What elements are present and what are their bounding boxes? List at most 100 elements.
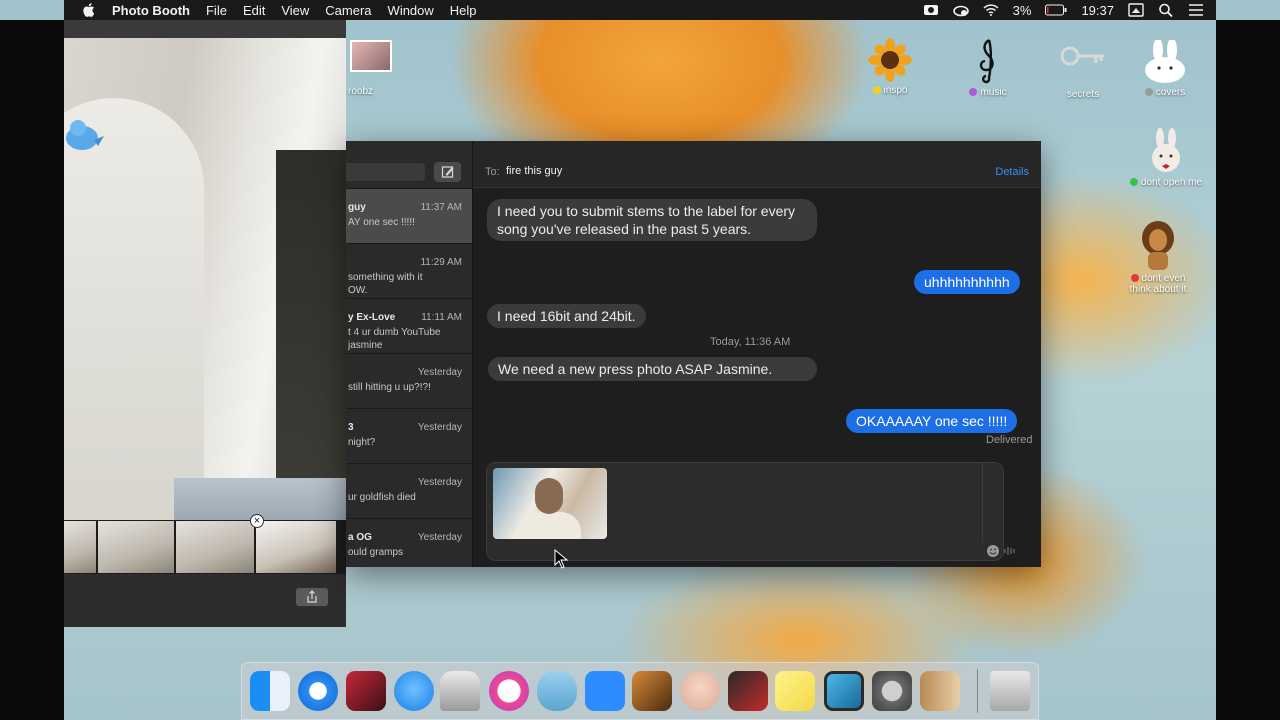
flashcard-icon[interactable]	[728, 671, 768, 711]
itunes-icon[interactable]	[489, 671, 529, 711]
system-preferences-icon[interactable]	[872, 671, 912, 711]
creative-cloud-icon[interactable]	[952, 3, 969, 17]
conversation-item[interactable]: a OG Yesterday ould gramps	[346, 518, 472, 567]
thread-header: To: fire this guy Details	[473, 141, 1041, 188]
lion-icon	[1142, 221, 1174, 270]
battery-percent: 3%	[1012, 2, 1032, 18]
photo-booth-window: ×	[64, 20, 346, 627]
conversation-item[interactable]: Yesterday still hitting u up?!?!	[346, 353, 472, 408]
attached-photo[interactable]	[493, 468, 607, 539]
wifi-icon[interactable]	[983, 3, 999, 17]
desktop-icon-dont-even-think[interactable]: dont even think about it	[1112, 218, 1204, 295]
preview-icon[interactable]	[824, 671, 864, 711]
zoom-icon[interactable]	[585, 671, 625, 711]
outgoing-message[interactable]: uhhhhhhhhhh	[914, 270, 1020, 294]
conversation-time: 11:29 AM	[420, 257, 462, 268]
incoming-message[interactable]: I need 16bit and 24bit.	[487, 304, 646, 328]
conversation-item[interactable]: Yesterday ur goldfish died	[346, 463, 472, 518]
share-icon[interactable]	[296, 588, 328, 606]
photo-thumbnail[interactable]	[64, 521, 96, 573]
stickies-icon[interactable]	[775, 671, 815, 711]
battery-icon[interactable]	[1045, 3, 1067, 17]
conversation-preview: ould gramps	[348, 547, 404, 558]
letterbox-right	[1216, 20, 1280, 720]
rabbit-toy-icon	[1152, 128, 1180, 172]
photo-thumbnail-selected[interactable]	[256, 521, 336, 573]
delete-photo-icon[interactable]: ×	[250, 514, 264, 528]
display-icon[interactable]	[1128, 3, 1144, 17]
desktop-icon-inspo[interactable]: inspo	[866, 38, 914, 96]
photo-booth-titlebar[interactable]	[64, 20, 346, 38]
spotlight-search-icon[interactable]	[1158, 3, 1174, 17]
conversation-preview: t 4 ur dumb YouTube jasmine	[348, 327, 441, 351]
audio-record-icon[interactable]	[1003, 544, 1017, 558]
conversation-time: Yesterday	[417, 367, 462, 378]
camera-status-icon[interactable]	[923, 3, 939, 17]
inkscape-icon[interactable]	[440, 671, 480, 711]
safari-icon[interactable]	[298, 671, 338, 711]
messages-icon[interactable]	[394, 671, 434, 711]
garageband-icon[interactable]	[632, 671, 672, 711]
message-timestamp: Today, 11:36 AM	[710, 336, 791, 348]
sequel-pro-icon[interactable]	[537, 671, 577, 711]
letterbox-left	[0, 20, 64, 720]
menubar: Photo Booth File Edit View Camera Window…	[64, 0, 1216, 20]
photo-thumbnail[interactable]	[98, 521, 174, 573]
desktop-icon-label: music	[980, 87, 1007, 98]
desktop-icon-dont-open-me[interactable]: dont open me	[1120, 128, 1212, 188]
apple-icon[interactable]	[82, 2, 96, 18]
menu-edit[interactable]: Edit	[243, 3, 265, 18]
camera-preview	[64, 38, 346, 540]
input-scrollbar[interactable]	[982, 463, 983, 543]
delivered-status: Delivered	[986, 434, 1033, 446]
menu-camera[interactable]: Camera	[325, 3, 371, 18]
conversation-preview: night?	[348, 437, 376, 448]
compose-icon[interactable]	[434, 162, 461, 182]
emoji-icon[interactable]	[986, 544, 1000, 558]
notification-center-icon[interactable]	[1188, 3, 1204, 17]
photo-thumbnail[interactable]	[176, 521, 254, 573]
conversation-time: Yesterday	[417, 477, 462, 488]
conversation-item[interactable]: 3 Yesterday night?	[346, 408, 472, 463]
desktop-icon-music[interactable]: music	[960, 36, 1016, 98]
outgoing-message[interactable]: OKAAAAAY one sec !!!!!	[846, 409, 1018, 433]
desktop-icon-label: think about it	[1129, 284, 1187, 295]
conversation-time: Yesterday	[417, 532, 462, 543]
photo-shirt	[521, 512, 581, 539]
conversation-preview: still hitting u up?!?!	[348, 382, 431, 393]
conversation-preview: ur goldfish died	[348, 492, 416, 503]
photo-booth-icon[interactable]	[346, 671, 386, 711]
desktop-icon-label: inspo	[883, 85, 908, 96]
menu-app-name[interactable]: Photo Booth	[112, 3, 190, 18]
photo-face	[535, 478, 563, 514]
desktop-icon-covers[interactable]: covers	[1138, 38, 1192, 98]
clock[interactable]: 19:37	[1081, 3, 1114, 18]
menu-help[interactable]: Help	[450, 3, 477, 18]
trash-icon[interactable]	[990, 671, 1030, 711]
to-label: To:	[485, 166, 500, 178]
conversation-item[interactable]: guy 11:37 AM AY one sec !!!!!	[346, 188, 472, 243]
recipient-name[interactable]: fire this guy	[506, 165, 562, 177]
desktop-icon-roobz[interactable]: roobz	[348, 40, 394, 97]
key-icon	[1060, 46, 1104, 66]
conversation-item[interactable]: y Ex-Love 11:11 AM t 4 ur dumb YouTube j…	[346, 298, 472, 353]
incoming-message[interactable]: We need a new press photo ASAP Jasmine.	[488, 357, 817, 381]
conversation-item[interactable]: 11:29 AM something with it OW.	[346, 243, 472, 298]
photo-strip	[64, 520, 346, 574]
treble-clef-icon	[979, 39, 994, 84]
menu-view[interactable]: View	[281, 3, 309, 18]
menu-file[interactable]: File	[206, 3, 227, 18]
menu-window[interactable]: Window	[388, 3, 434, 18]
finder-icon[interactable]	[250, 671, 290, 711]
message-thread: To: fire this guy Details I need you to …	[473, 141, 1041, 567]
conversation-preview: something with it OW.	[348, 272, 423, 296]
incoming-message[interactable]: I need you to submit stems to the label …	[487, 199, 817, 241]
bunny-icon	[1145, 38, 1185, 83]
desktop-icon-secrets[interactable]: secrets	[1056, 44, 1110, 100]
search-input[interactable]	[346, 163, 425, 181]
message-input[interactable]	[486, 462, 1004, 561]
details-button[interactable]: Details	[995, 166, 1029, 178]
contacts-icon[interactable]	[920, 671, 960, 711]
face-app-icon[interactable]	[680, 671, 720, 711]
photo-booth-toolbar	[64, 574, 346, 627]
